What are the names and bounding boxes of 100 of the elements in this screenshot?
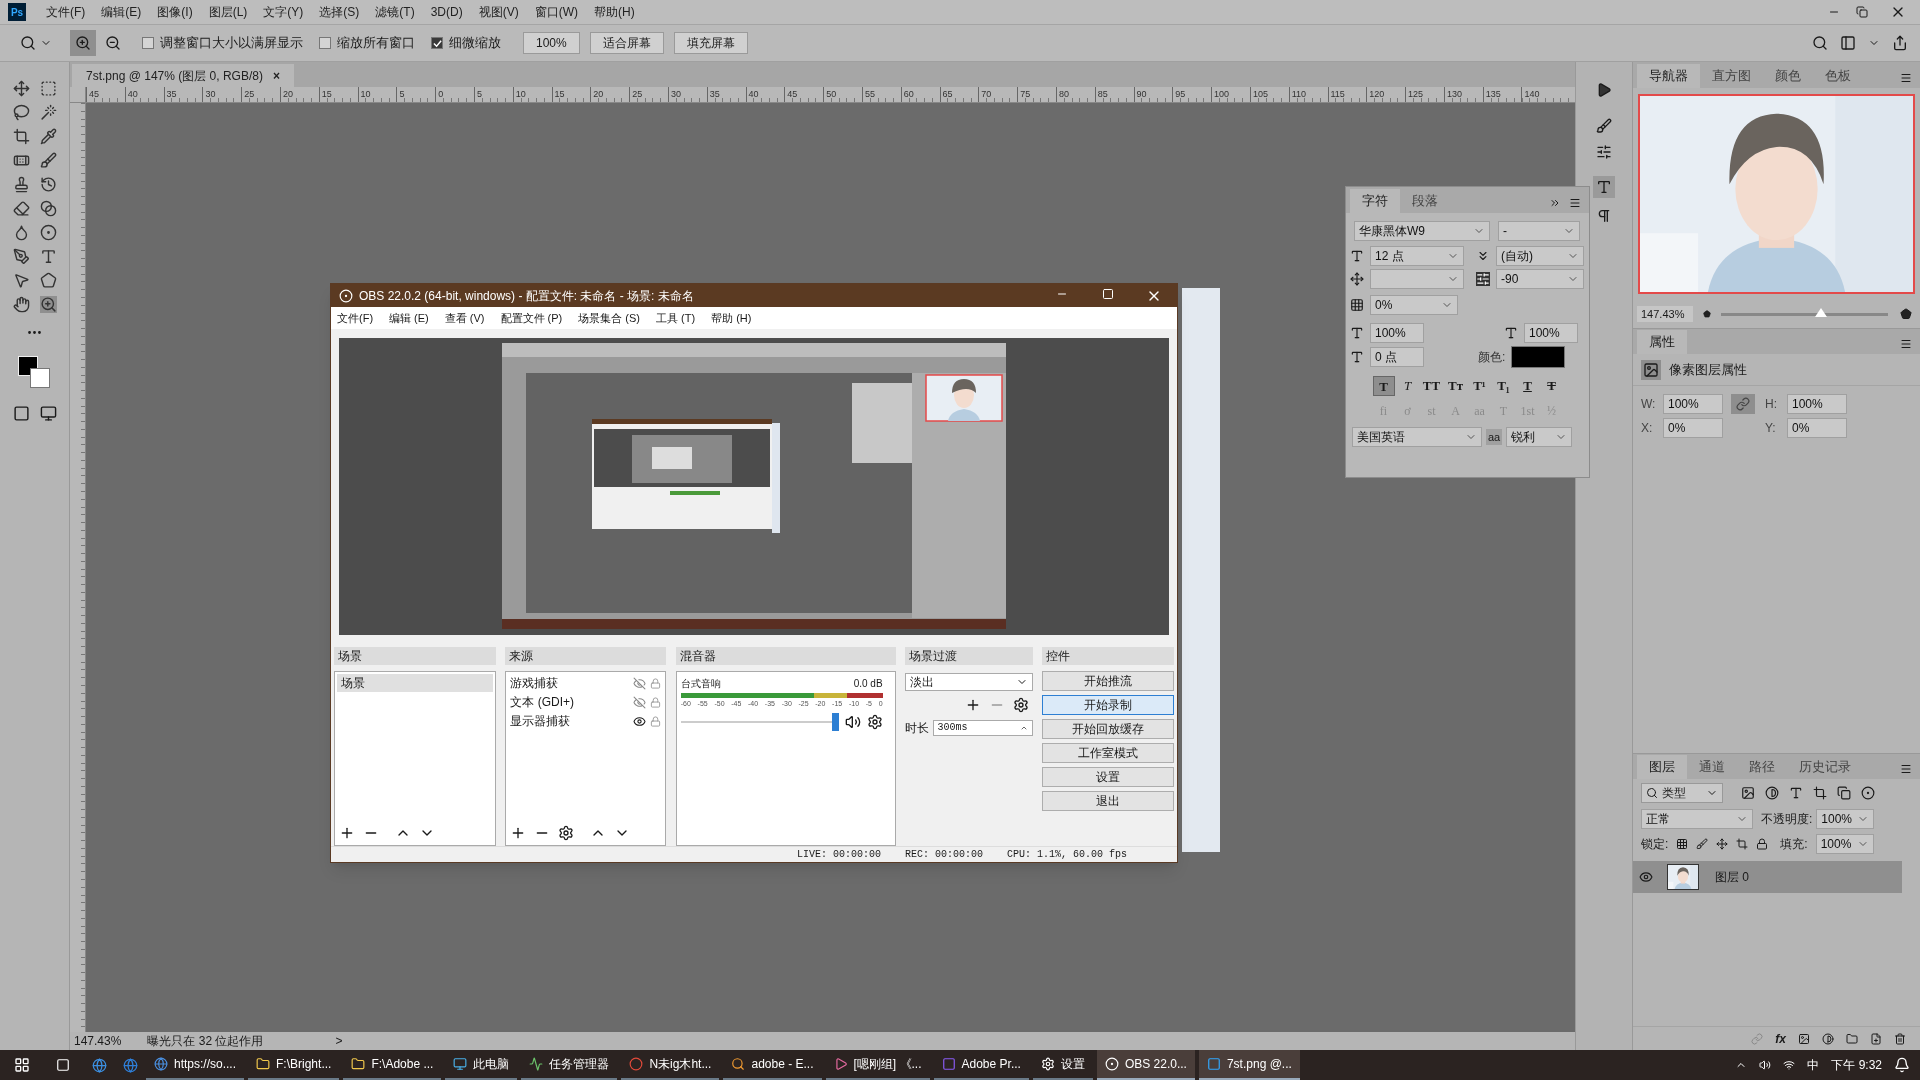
checkbox[interactable] [142,37,154,49]
zoom-out-icon[interactable] [1701,310,1713,318]
hand-tool-icon[interactable] [12,296,30,313]
menu-item[interactable]: 帮助(H) [594,3,635,21]
menu-item[interactable]: 图层(L) [208,3,248,21]
panel-menu-icon[interactable] [1900,72,1912,84]
slider-thumb[interactable] [831,713,839,732]
option-button[interactable]: 100% [523,32,580,54]
taskbar-item[interactable]: 7st.png @... [1198,1050,1300,1080]
document-tab[interactable]: 7st.png @ 147% (图层 0, RGB/8) × [72,64,294,87]
eyedropper-tool-icon[interactable] [39,128,57,145]
taskbar-item[interactable]: 任务管理器 [521,1050,618,1080]
task-view-icon[interactable] [56,1058,70,1072]
start-icon[interactable] [14,1057,30,1073]
text-style-button[interactable]: T [1372,376,1395,396]
menu-item[interactable]: 配置文件 (P) [500,309,563,327]
notification-icon[interactable] [1894,1057,1910,1073]
clock[interactable]: 下午 9:32 [1831,1056,1882,1074]
width-field[interactable]: 100% [1663,394,1723,414]
settings-icon[interactable] [558,825,575,841]
lock-position-icon[interactable] [1716,838,1729,850]
lock-pixels-icon[interactable] [1696,838,1709,850]
text-style-button[interactable]: T₁ [1492,376,1515,396]
height-field[interactable]: 100% [1787,394,1847,414]
workspace-icon[interactable] [1840,35,1856,51]
quick-mask-icon[interactable] [12,405,30,422]
share-icon[interactable] [1892,35,1908,51]
menu-item[interactable]: 视图(V) [478,3,519,21]
ime-indicator[interactable]: 中 [1807,1056,1820,1074]
control-button[interactable]: 退出 [1042,790,1174,811]
taskbar-item[interactable]: adobe - E... [723,1050,822,1080]
control-button[interactable]: 开始回放缓存 [1042,718,1174,739]
text-style-button[interactable]: T¹ [1468,376,1491,396]
volume-icon[interactable] [1759,1059,1772,1071]
option-button[interactable]: 适合屏幕 [589,32,664,54]
smart-filter-icon[interactable] [1837,786,1851,800]
visibility-icon[interactable] [632,714,646,728]
stamp-tool-icon[interactable] [12,176,30,193]
menu-item[interactable]: 工具 (T) [656,309,696,327]
sponge-tool-icon[interactable] [39,224,57,241]
menu-item[interactable]: 文件(F) [337,309,374,327]
menu-item[interactable]: 编辑(E) [101,3,142,21]
menu-item[interactable]: 场景集合 (S) [578,309,640,327]
taskbar-item[interactable]: [嗯刚组] 《... [825,1050,930,1080]
text-style-button[interactable]: T [1540,376,1563,396]
lasso-tool-icon[interactable] [12,104,30,121]
color-swatches-icon[interactable] [17,356,52,390]
marquee-tool-icon[interactable] [39,80,57,97]
control-button[interactable]: 开始录制 [1042,694,1174,715]
text-style-button[interactable]: Tт [1444,376,1467,396]
menu-item[interactable]: 窗口(W) [534,3,578,21]
lock-all-icon[interactable] [1756,838,1769,850]
pen-tool-icon[interactable] [12,248,30,265]
menu-item[interactable]: 图像(I) [157,3,193,21]
font-size-dropdown[interactable]: 12 点 [1370,246,1464,266]
filter-dropdown[interactable]: 类型 [1641,783,1723,803]
taskbar-item[interactable]: F:\Adobe ... [343,1050,442,1080]
font-style-dropdown[interactable]: - [1498,221,1580,241]
leading-dropdown[interactable]: (自动) [1496,246,1584,266]
checkbox[interactable] [319,37,331,49]
panel-tab[interactable]: 字符 [1350,189,1400,213]
control-button[interactable]: 开始推流 [1042,670,1174,691]
panel-tab[interactable]: 导航器 [1637,64,1700,88]
settings-icon[interactable] [866,714,883,731]
layer-style-button[interactable]: fx [1775,1029,1786,1048]
taskbar-item[interactable]: N未ig木ht... [621,1050,720,1080]
fill-field[interactable]: 100% [1815,834,1874,854]
paragraph-icon[interactable] [1596,208,1612,224]
control-button[interactable]: 工作室模式 [1042,742,1174,763]
collapse-icon[interactable] [1549,197,1561,209]
status-arrow[interactable]: > [335,1032,343,1050]
settings-icon[interactable] [1013,696,1030,713]
pointer-tool-icon[interactable] [12,272,30,289]
lock-transparency-icon[interactable] [1676,838,1689,850]
option-button[interactable]: 填充屏幕 [673,32,748,54]
panel-tab[interactable]: 图层 [1637,755,1687,779]
shape-filter-icon[interactable] [1813,786,1827,800]
crop-tool-icon[interactable] [12,128,30,145]
transition-dropdown[interactable]: 淡出 [904,672,1034,691]
scene-item[interactable]: 场景 [337,673,494,692]
menu-item[interactable]: 编辑 (E) [389,309,429,327]
taskbar-item[interactable]: https://so.... [146,1050,245,1080]
panel-menu-icon[interactable] [1569,197,1581,209]
eraser-tool-icon[interactable] [12,200,30,217]
text-style-button[interactable]: T [1516,376,1539,396]
sliders-icon[interactable] [1596,144,1612,160]
history-brush-icon[interactable] [39,176,57,193]
panel-menu-icon[interactable] [1900,763,1912,775]
zoom-tool-icon[interactable] [20,35,36,51]
play-icon[interactable] [1596,82,1612,98]
language-dropdown[interactable]: 美国英语 [1352,427,1482,447]
lock-artboard-icon[interactable] [1736,838,1749,850]
taskbar-item[interactable]: F:\Bright... [248,1050,340,1080]
screen-mode-icon[interactable] [39,405,57,422]
mask-icon[interactable] [1798,1032,1810,1045]
x-field[interactable]: 0% [1663,418,1723,438]
browser-icon[interactable] [123,1057,138,1073]
gradient-tool-icon[interactable] [39,200,57,217]
adjustment-icon[interactable] [1822,1032,1834,1045]
color-swatch[interactable] [1511,346,1566,368]
